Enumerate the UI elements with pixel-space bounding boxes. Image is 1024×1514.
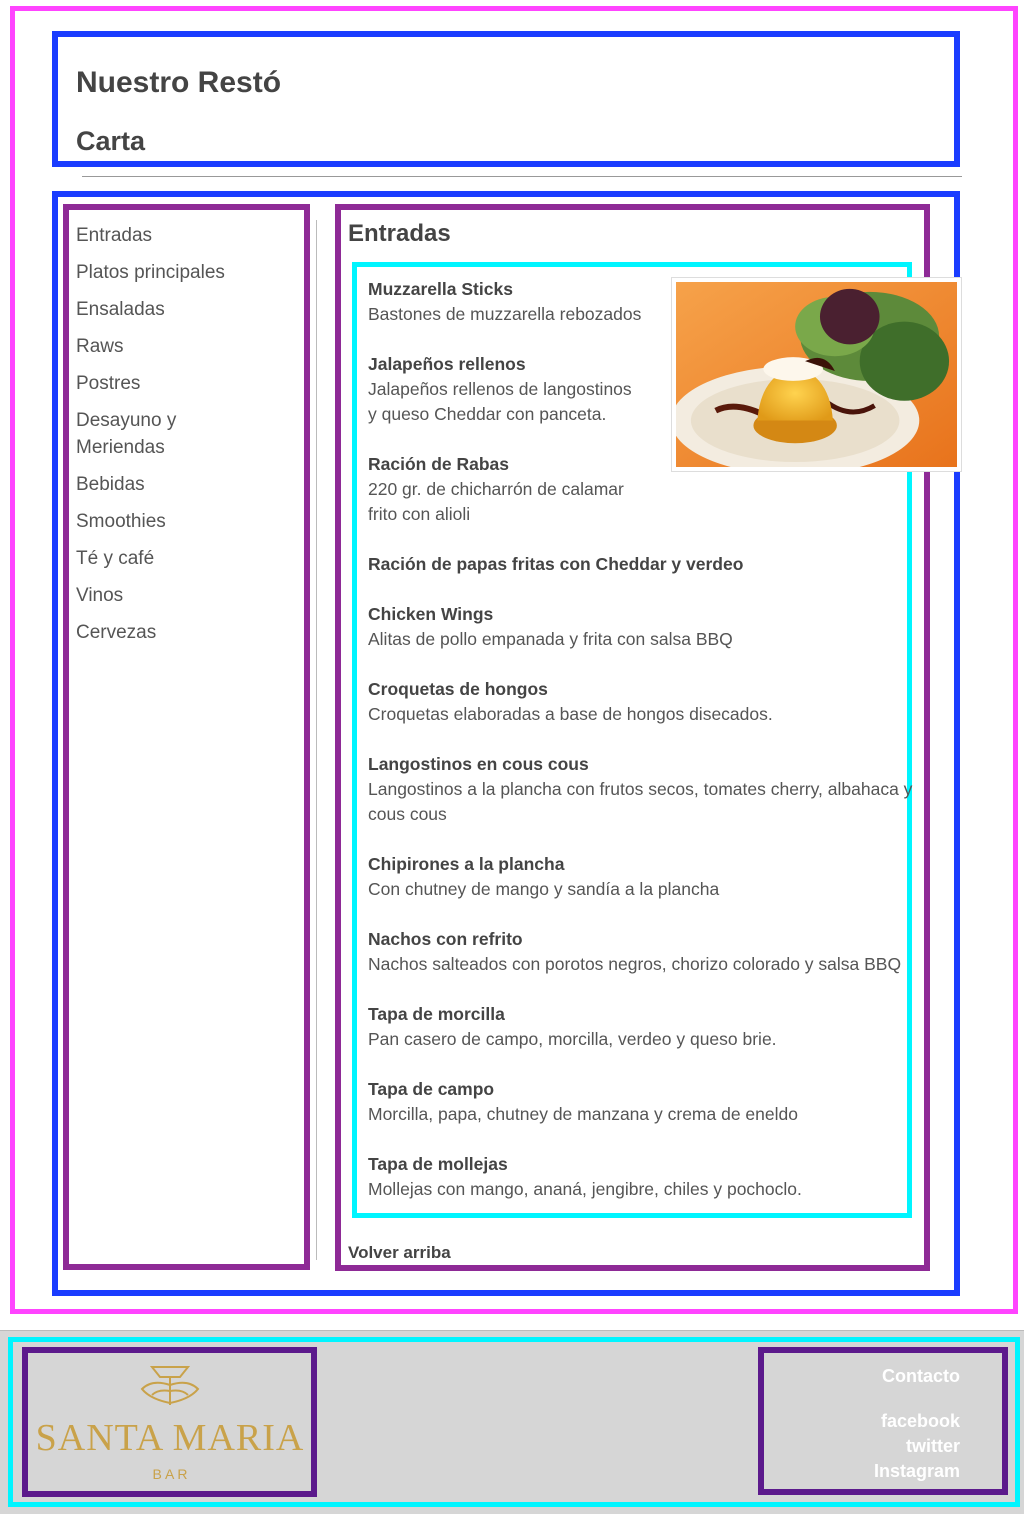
dish-name: Jalapeños rellenos	[368, 354, 526, 374]
dish-description: Morcilla, papa, chutney de manzana y cre…	[368, 1104, 798, 1124]
logo-wordmark: SANTA MARIA	[36, 1417, 305, 1459]
dish-description: Bastones de muzzarella rebozados	[368, 304, 642, 324]
sidebar-item-te-cafe[interactable]: Té y café	[76, 545, 276, 572]
dish-description: Pan casero de campo, morcilla, verdeo y …	[368, 1029, 777, 1049]
dish-description: cous cous	[368, 804, 447, 824]
sidebar-item-cervezas[interactable]: Cervezas	[76, 619, 276, 646]
dish-item: Tapa de mollejas Mollejas con mango, ana…	[368, 1152, 938, 1202]
dish-item: Nachos con refrito Nachos salteados con …	[368, 927, 938, 977]
dish-name: Ración de Rabas	[368, 454, 510, 474]
dish-description: Alitas de pollo empanada y frita con sal…	[368, 629, 733, 649]
dish-item: Muzzarella Sticks Bastones de muzzarella…	[368, 277, 938, 327]
sidebar-item-entradas[interactable]: Entradas	[76, 222, 276, 249]
dish-name: Croquetas de hongos	[368, 679, 548, 699]
dish-name: Muzzarella Sticks	[368, 279, 513, 299]
site-title: Nuestro Restó	[76, 66, 282, 99]
dish-description: 220 gr. de chicharrón de calamar	[368, 479, 624, 499]
dish-name: Tapa de campo	[368, 1079, 495, 1099]
dish-item: Tapa de campo Morcilla, papa, chutney de…	[368, 1077, 938, 1127]
dish-item: Ración de papas fritas con Cheddar y ver…	[368, 552, 938, 577]
dish-name: Chicken Wings	[368, 604, 494, 624]
dish-name: Tapa de morcilla	[368, 1004, 505, 1024]
dish-description: Con chutney de mango y sandía a la planc…	[368, 879, 720, 899]
dish-description: y queso Cheddar con panceta.	[368, 404, 607, 424]
sidebar-item-postres[interactable]: Postres	[76, 370, 276, 397]
logo-tagline: B A R	[152, 1466, 187, 1482]
instagram-link[interactable]: Instagram	[800, 1459, 960, 1484]
dish-item: Chicken Wings Alitas de pollo empanada y…	[368, 602, 938, 652]
section-title: Entradas	[348, 220, 451, 247]
sidebar-item-ensaladas[interactable]: Ensaladas	[76, 296, 276, 323]
back-to-top-link[interactable]: Volver arriba	[348, 1243, 451, 1263]
dish-item: Tapa de morcilla Pan casero de campo, mo…	[368, 1002, 938, 1052]
sidebar-item-bebidas[interactable]: Bebidas	[76, 471, 276, 498]
page-title: Carta	[76, 126, 146, 156]
santa-maria-logo: SANTA MARIA B A R	[30, 1355, 310, 1490]
social-links: Contacto facebook twitter Instagram	[800, 1365, 960, 1484]
dish-name: Tapa de mollejas	[368, 1154, 508, 1174]
dish-description: Nachos salteados con porotos negros, cho…	[368, 954, 902, 974]
facebook-link[interactable]: facebook	[800, 1409, 960, 1434]
dish-item: Jalapeños rellenos Jalapeños rellenos de…	[368, 352, 938, 427]
column-divider	[316, 220, 317, 1260]
dish-item: Ración de Rabas 220 gr. de chicharrón de…	[368, 452, 938, 527]
category-nav: Entradas Platos principales Ensaladas Ra…	[76, 222, 276, 656]
dish-name: Nachos con refrito	[368, 929, 523, 949]
dish-description: frito con alioli	[368, 504, 471, 524]
header-divider	[82, 176, 962, 177]
dish-item: Croquetas de hongos Croquetas elaboradas…	[368, 677, 938, 727]
dish-name: Chipirones a la plancha	[368, 854, 565, 874]
dish-description: Jalapeños rellenos de langostinos	[368, 379, 632, 399]
sidebar-item-platos-principales[interactable]: Platos principales	[76, 259, 276, 286]
dish-description: Croquetas elaboradas a base de hongos di…	[368, 704, 773, 724]
dish-description: Mollejas con mango, ananá, jengibre, chi…	[368, 1179, 802, 1199]
sidebar-item-smoothies[interactable]: Smoothies	[76, 508, 276, 535]
sidebar-item-desayuno-meriendas[interactable]: Desayuno y Meriendas	[76, 407, 206, 461]
dish-item: Langostinos en cous cous Langostinos a l…	[368, 752, 938, 827]
sidebar-item-vinos[interactable]: Vinos	[76, 582, 276, 609]
dish-name: Langostinos en cous cous	[368, 754, 589, 774]
dish-item: Chipirones a la plancha Con chutney de m…	[368, 852, 938, 902]
sidebar-item-raws[interactable]: Raws	[76, 333, 276, 360]
dish-name: Ración de papas fritas con Cheddar y ver…	[368, 554, 744, 574]
twitter-link[interactable]: twitter	[800, 1434, 960, 1459]
dish-description: Langostinos a la plancha con frutos seco…	[368, 779, 913, 799]
contact-link[interactable]: Contacto	[800, 1365, 960, 1387]
